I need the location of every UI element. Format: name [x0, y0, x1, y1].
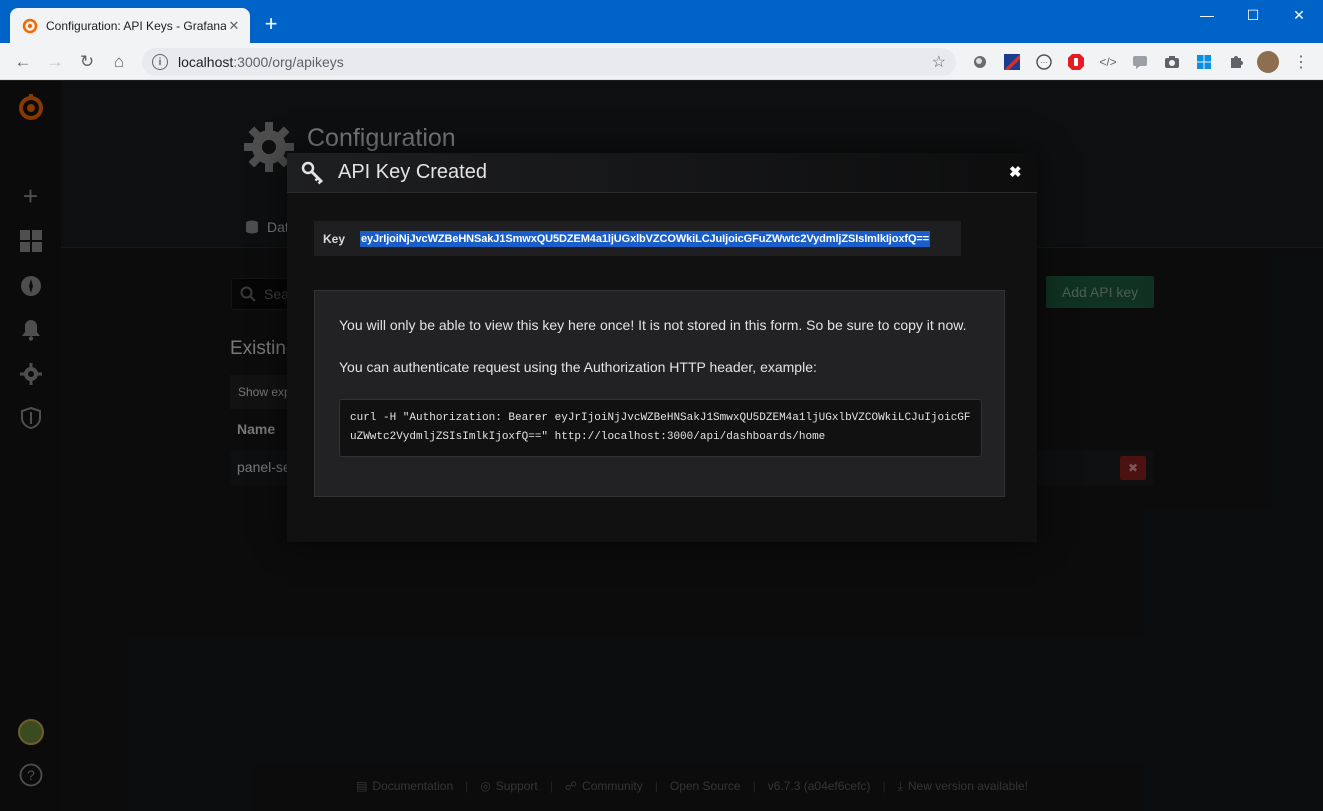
- extension-camera-icon[interactable]: [1162, 52, 1182, 72]
- extension-circle-icon[interactable]: [970, 52, 990, 72]
- home-button[interactable]: ⌂: [106, 49, 132, 75]
- address-bar[interactable]: i localhost:3000/org/apikeys ☆: [142, 48, 956, 76]
- modal-title: API Key Created: [338, 161, 487, 183]
- extensions-puzzle-icon[interactable]: [1226, 52, 1246, 72]
- api-key-field: Key eyJrIjoiNjJvcWZBeHNSakJ1SmwxQU5DZEM4…: [314, 221, 961, 256]
- browser-tab[interactable]: Configuration: API Keys - Grafana ✕: [10, 8, 250, 43]
- auth-header-notice: You can authenticate request using the A…: [339, 359, 817, 375]
- extension-chat-icon[interactable]: [1130, 52, 1150, 72]
- curl-example-code[interactable]: curl -H "Authorization: Bearer eyJrIjoiN…: [339, 399, 982, 457]
- reload-button[interactable]: ↻: [74, 49, 100, 75]
- extension-dots-icon[interactable]: ···: [1034, 52, 1054, 72]
- svg-text:···: ···: [1040, 58, 1048, 67]
- browser-toolbar: ← → ↻ ⌂ i localhost:3000/org/apikeys ☆ ·…: [0, 43, 1323, 80]
- info-icon[interactable]: i: [152, 54, 168, 70]
- browser-titlebar: Configuration: API Keys - Grafana ✕ + — …: [0, 0, 1323, 43]
- close-icon[interactable]: ✖: [1009, 163, 1022, 181]
- profile-avatar[interactable]: [1257, 51, 1279, 73]
- key-info-box: You will only be able to view this key h…: [314, 290, 1005, 497]
- tab-title: Configuration: API Keys - Grafana: [46, 18, 226, 33]
- key-icon: [301, 161, 324, 185]
- modal-header: API Key Created ✖: [287, 153, 1037, 193]
- extension-stop-icon[interactable]: [1066, 52, 1086, 72]
- maximize-button[interactable]: ☐: [1230, 0, 1276, 30]
- api-key-value[interactable]: eyJrIjoiNjJvcWZBeHNSakJ1SmwxQU5DZEM4a1lj…: [360, 230, 931, 247]
- chrome-menu-icon[interactable]: ⋮: [1291, 52, 1311, 72]
- view-once-notice: You will only be able to view this key h…: [339, 317, 967, 333]
- bookmark-star-icon[interactable]: ☆: [932, 52, 946, 72]
- tab-close-icon[interactable]: ✕: [226, 18, 242, 34]
- grafana-logo-icon: [22, 18, 38, 33]
- minimize-button[interactable]: —: [1184, 0, 1230, 30]
- extension-windows-icon[interactable]: [1194, 52, 1214, 72]
- back-button[interactable]: ←: [10, 49, 36, 75]
- extension-code-icon[interactable]: </>: [1098, 52, 1118, 72]
- api-key-created-modal: API Key Created ✖ Key eyJrIjoiNjJvcWZBeH…: [287, 153, 1037, 542]
- new-tab-button[interactable]: +: [260, 13, 282, 35]
- key-label: Key: [323, 231, 346, 246]
- forward-button[interactable]: →: [42, 49, 68, 75]
- address-url: localhost:3000/org/apikeys: [178, 54, 344, 70]
- extension-flag-icon[interactable]: [1002, 52, 1022, 72]
- close-window-button[interactable]: ✕: [1276, 0, 1322, 30]
